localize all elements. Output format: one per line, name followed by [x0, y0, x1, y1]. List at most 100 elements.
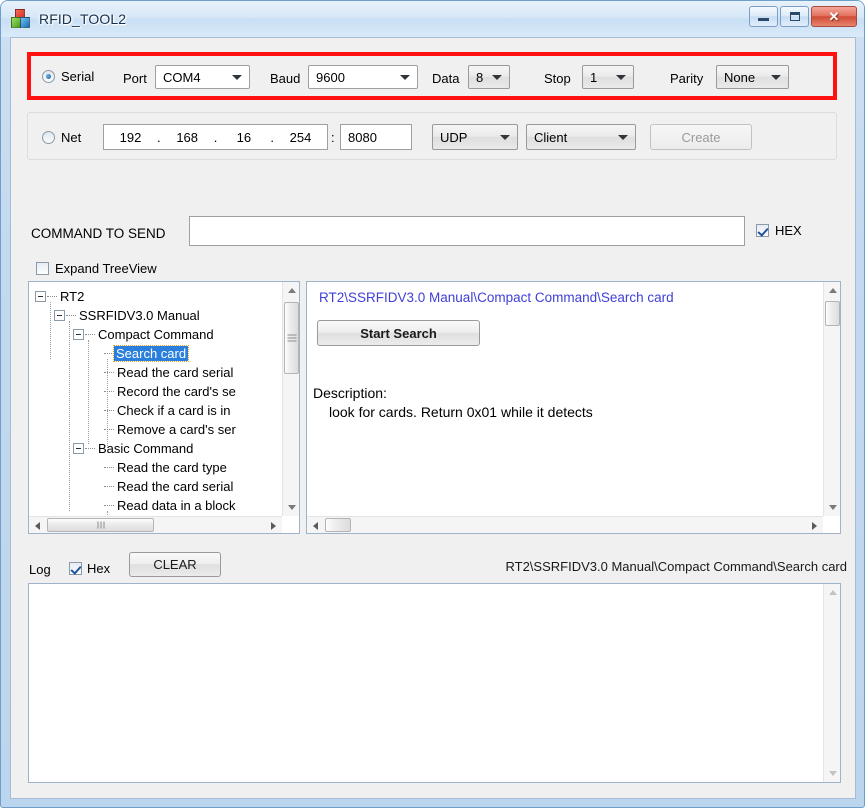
title-bar: RFID_TOOL2 ✕: [1, 1, 864, 37]
tree-item-label: Remove a card's ser: [117, 422, 236, 437]
protocol-value: UDP: [440, 129, 468, 145]
log-label: Log: [29, 562, 51, 577]
tree-item[interactable]: Read the card type: [29, 458, 282, 477]
detail-vertical-scroll-thumb[interactable]: [825, 301, 840, 326]
tree-vertical-scroll-thumb[interactable]: [284, 302, 299, 374]
baud-combobox[interactable]: 9600: [308, 65, 418, 89]
scroll-grip-icon: [287, 333, 296, 344]
client-area: Serial Port COM4 Baud 9600 Data 8 Stop 1: [10, 37, 856, 799]
app-cubes-icon: [11, 9, 31, 29]
ip-octet-2: 168: [176, 129, 199, 145]
triangle-down-icon: [828, 505, 837, 510]
command-tree-panel[interactable]: RT2 SSRFIDV3.0 Manual Compact Command Searc…: [28, 281, 300, 534]
tree-item-label: Read data in a block: [117, 498, 236, 513]
log-hex-indicator: [69, 562, 82, 575]
tree-item[interactable]: Record the card's se: [29, 382, 282, 401]
data-bits-combobox[interactable]: 8: [468, 65, 510, 89]
stop-bits-value: 1: [590, 69, 598, 85]
tree-expander-icon[interactable]: [35, 291, 46, 302]
tree-item[interactable]: Read data in a block: [29, 496, 282, 515]
start-search-button[interactable]: Start Search: [317, 320, 480, 346]
detail-scroll-up-button[interactable]: [824, 282, 841, 299]
detail-horizontal-scrollbar[interactable]: [307, 516, 823, 533]
parity-value: None: [724, 69, 756, 85]
hex-checkbox[interactable]: HEX: [756, 223, 802, 238]
clear-log-button[interactable]: CLEAR: [129, 552, 221, 577]
tree-horizontal-scroll-thumb[interactable]: [47, 518, 154, 532]
tree-item[interactable]: Remove a card's ser: [29, 420, 282, 439]
maximize-button[interactable]: [780, 6, 809, 27]
tree-item[interactable]: SSRFIDV3.0 Manual: [29, 306, 282, 325]
detail-scroll-down-button[interactable]: [824, 499, 841, 516]
tree-scroll-up-button[interactable]: [283, 282, 300, 299]
tree-item-label: Read the card serial: [117, 365, 234, 380]
close-button[interactable]: ✕: [811, 6, 857, 27]
command-label: COMMAND TO SEND: [31, 226, 166, 241]
port-combobox[interactable]: COM4: [155, 65, 250, 89]
tree-item[interactable]: Compact Command: [29, 325, 282, 344]
create-button[interactable]: Create: [650, 124, 752, 150]
ip-address-field[interactable]: 192 . 168 . 16 . 254: [103, 124, 328, 150]
tree-scroll-left-button[interactable]: [29, 517, 46, 534]
log-vertical-scrollbar[interactable]: [823, 584, 840, 782]
tree-connector: [104, 429, 114, 430]
triangle-up-icon: [828, 288, 837, 293]
net-port-field[interactable]: 8080: [340, 124, 412, 150]
tree-connector: [47, 296, 57, 297]
net-radio-indicator: [42, 131, 55, 144]
protocol-combobox[interactable]: UDP: [432, 124, 518, 150]
tree-horizontal-scrollbar[interactable]: [29, 516, 282, 533]
detail-vertical-scrollbar[interactable]: [823, 282, 840, 516]
role-value: Client: [534, 129, 568, 145]
detail-scroll-left-button[interactable]: [307, 517, 324, 534]
tree-scroll-right-button[interactable]: [265, 517, 282, 534]
description-title: Description:: [313, 385, 387, 401]
window-title: RFID_TOOL2: [39, 11, 127, 27]
triangle-right-icon: [271, 521, 276, 530]
tree-scroll-down-button[interactable]: [283, 499, 300, 516]
triangle-up-icon: [287, 288, 296, 293]
net-port-value: 8080: [348, 129, 377, 145]
log-content[interactable]: [29, 584, 823, 782]
tree-expander-icon[interactable]: [73, 329, 84, 340]
command-input[interactable]: [189, 216, 745, 246]
expand-treeview-checkbox[interactable]: Expand TreeView: [36, 261, 157, 276]
chevron-down-icon: [400, 75, 410, 80]
tree-item[interactable]: RT2: [29, 287, 282, 306]
parity-combobox[interactable]: None: [716, 65, 789, 89]
net-radio[interactable]: Net: [42, 130, 81, 145]
chevron-down-icon: [500, 135, 510, 140]
tree-item-label-selected: Search card: [112, 345, 190, 362]
role-combobox[interactable]: Client: [526, 124, 636, 150]
stop-label: Stop: [544, 71, 571, 86]
detail-horizontal-scroll-thumb[interactable]: [325, 518, 351, 532]
chevron-down-icon: [771, 75, 781, 80]
tree-vertical-scrollbar[interactable]: [282, 282, 299, 516]
tree-item-label: Compact Command: [98, 327, 214, 342]
tree-item[interactable]: Search card: [29, 344, 282, 363]
tree-connector: [85, 448, 95, 449]
net-settings-group: Net 192 . 168 . 16 . 254 : 8080 UDP Clie…: [27, 112, 837, 160]
serial-radio[interactable]: Serial: [42, 69, 94, 84]
tree-content[interactable]: RT2 SSRFIDV3.0 Manual Compact Command Searc…: [29, 282, 282, 516]
log-output-panel[interactable]: [28, 583, 841, 783]
port-label: Port: [123, 71, 147, 86]
ip-octet-4: 254: [289, 129, 312, 145]
tree-item[interactable]: Read the card serial: [29, 363, 282, 382]
log-hex-checkbox[interactable]: Hex: [69, 561, 110, 576]
detail-content: RT2\SSRFIDV3.0 Manual\Compact Command\Se…: [307, 282, 823, 516]
minimize-button[interactable]: [749, 6, 778, 27]
tree-expander-icon[interactable]: [54, 310, 65, 321]
stop-bits-combobox[interactable]: 1: [582, 65, 634, 89]
tree-connector: [104, 391, 114, 392]
tree-item[interactable]: Basic Command: [29, 439, 282, 458]
status-path-label: RT2\SSRFIDV3.0 Manual\Compact Command\Se…: [505, 559, 847, 574]
tree-expander-icon[interactable]: [73, 443, 84, 454]
tree-item[interactable]: Read the card serial: [29, 477, 282, 496]
log-scroll-down-button[interactable]: [824, 765, 841, 782]
log-scroll-up-button[interactable]: [824, 584, 841, 601]
tree-item[interactable]: Check if a card is in: [29, 401, 282, 420]
detail-scroll-right-button[interactable]: [806, 517, 823, 534]
tree-connector: [104, 353, 114, 354]
triangle-down-icon: [828, 771, 837, 776]
